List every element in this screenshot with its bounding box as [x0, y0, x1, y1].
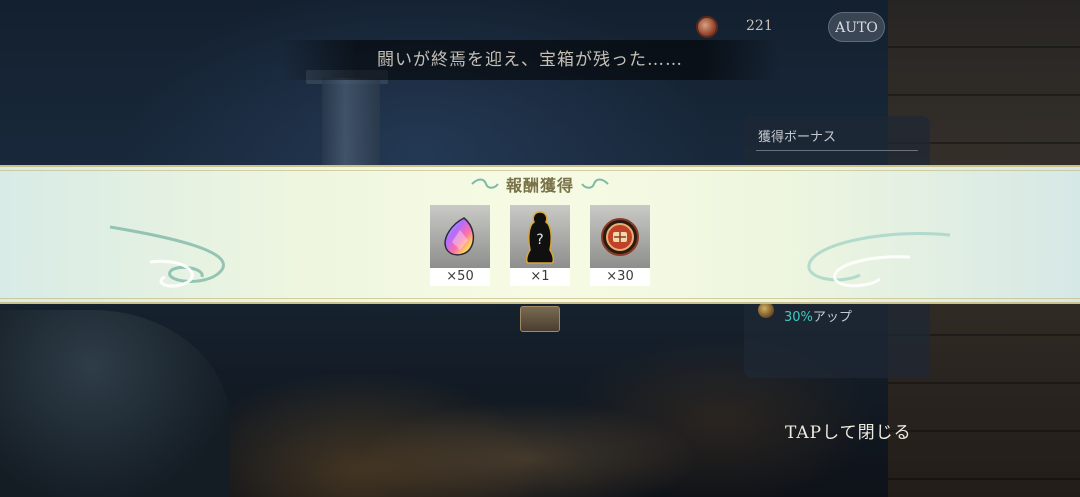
floor-glow — [360, 400, 700, 497]
mystery-character-icon: ? — [525, 210, 555, 264]
reward-item-quantity: ×30 — [590, 268, 650, 286]
bonus-rate-icon — [758, 302, 774, 318]
reward-header: 報酬獲得 — [0, 172, 1080, 196]
stone-pillar — [322, 78, 380, 168]
reward-title: 報酬獲得 — [505, 176, 574, 195]
bonus-rate-percent: 30% — [784, 310, 813, 325]
bonus-rate-suffix: アップ — [812, 310, 852, 325]
coin-count: 221 — [746, 18, 773, 34]
reward-item-frame — [590, 205, 650, 268]
reward-items: ×50 ? ×1 ×30 — [430, 205, 660, 287]
swirl-ornament-right — [807, 232, 951, 288]
reward-item-frame: ? — [510, 205, 570, 268]
reward-strip: 報酬獲得 ×50 ? ×1 ×30 — [0, 165, 1080, 304]
reward-item-quantity: ×50 — [430, 268, 490, 286]
reward-item[interactable]: ×50 — [430, 205, 490, 286]
svg-text:?: ? — [536, 232, 543, 248]
bonus-panel-title: 獲得ボーナス — [758, 130, 837, 145]
bonus-divider — [756, 150, 918, 151]
battle-message: 闘いが終焉を迎え、宝箱が残った…… — [280, 40, 780, 80]
rock-outcrop — [0, 310, 230, 497]
treasure-chest — [520, 306, 560, 332]
reward-item-frame — [430, 205, 490, 268]
reward-item-quantity: ×1 — [510, 268, 570, 286]
reward-item[interactable]: ×30 — [590, 205, 650, 286]
rainbow-crystal-icon — [444, 216, 475, 256]
ornament-right-icon — [581, 178, 609, 189]
coin-icon — [696, 16, 718, 38]
bonus-rate: 30%アップ — [784, 306, 852, 325]
swirl-ornament-left — [110, 225, 225, 288]
ornament-left-icon — [471, 178, 499, 189]
medal-coin-icon — [601, 217, 639, 256]
tap-to-close[interactable]: TAPして閉じる — [785, 418, 912, 443]
auto-button[interactable]: AUTO — [828, 12, 885, 42]
reward-item[interactable]: ? ×1 — [510, 205, 570, 286]
